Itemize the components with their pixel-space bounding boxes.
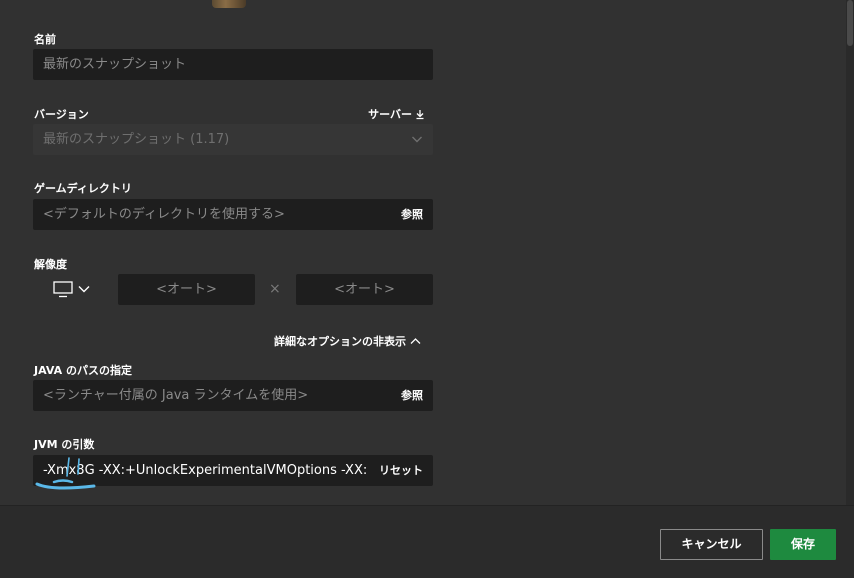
game-directory-label: ゲームディレクトリ bbox=[34, 182, 132, 195]
settings-scroll-area[interactable]: 名前 最新のスナップショット バージョン サーバー 最新のスナップショット (1… bbox=[0, 0, 846, 505]
resolution-label: 解像度 bbox=[34, 258, 67, 271]
java-path-label: JAVA のパスの指定 bbox=[34, 364, 132, 377]
java-path-placeholder: <ランチャー付属の Java ランタイムを使用> bbox=[43, 388, 309, 403]
cancel-button[interactable]: キャンセル bbox=[660, 529, 763, 560]
monitor-icon[interactable] bbox=[53, 281, 73, 298]
resolution-height-input[interactable]: <オート> bbox=[296, 274, 433, 305]
download-icon bbox=[416, 109, 424, 119]
annotation-scribble bbox=[35, 457, 96, 490]
resolution-separator: × bbox=[269, 281, 281, 297]
name-placeholder: 最新のスナップショット bbox=[43, 57, 187, 72]
dialog-footer: キャンセル 保存 bbox=[0, 505, 854, 578]
server-label: サーバー bbox=[368, 108, 412, 121]
version-select[interactable]: 最新のスナップショット (1.17) bbox=[33, 124, 433, 155]
chevron-up-icon bbox=[410, 338, 421, 344]
resolution-width-input[interactable]: <オート> bbox=[118, 274, 255, 305]
save-button[interactable]: 保存 bbox=[770, 529, 836, 560]
server-download-link[interactable]: サーバー bbox=[368, 106, 425, 122]
game-directory-browse-button[interactable]: 参照 bbox=[401, 199, 423, 230]
chevron-down-icon bbox=[412, 136, 422, 143]
jvm-arguments-label: JVM の引数 bbox=[34, 438, 95, 451]
java-path-input[interactable]: <ランチャー付属の Java ランタイムを使用> 参照 bbox=[33, 380, 433, 411]
advanced-options-label: 詳細なオプションの非表示 bbox=[274, 335, 406, 348]
name-input[interactable]: 最新のスナップショット bbox=[33, 49, 433, 80]
installation-icon[interactable] bbox=[212, 0, 246, 8]
installation-settings-page: 名前 最新のスナップショット バージョン サーバー 最新のスナップショット (1… bbox=[0, 0, 854, 578]
game-directory-input[interactable]: <デフォルトのディレクトリを使用する> 参照 bbox=[33, 199, 433, 230]
game-directory-placeholder: <デフォルトのディレクトリを使用する> bbox=[43, 207, 285, 222]
chevron-down-icon[interactable] bbox=[78, 284, 90, 294]
version-label: バージョン bbox=[34, 108, 89, 121]
version-value: 最新のスナップショット (1.17) bbox=[43, 132, 230, 147]
scrollbar[interactable] bbox=[846, 0, 854, 505]
jvm-arguments-reset-button[interactable]: リセット bbox=[379, 455, 423, 486]
java-path-browse-button[interactable]: 参照 bbox=[401, 380, 423, 411]
advanced-options-toggle[interactable]: 詳細なオプションの非表示 bbox=[274, 333, 421, 349]
name-label: 名前 bbox=[34, 33, 56, 46]
scrollbar-thumb[interactable] bbox=[847, 0, 853, 46]
